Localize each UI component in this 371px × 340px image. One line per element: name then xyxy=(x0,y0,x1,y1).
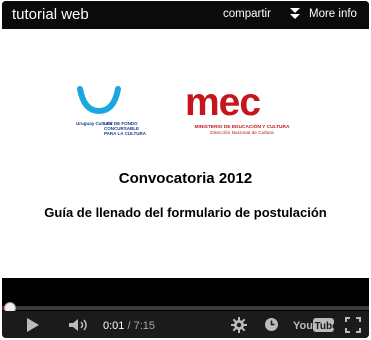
video-player[interactable]: tutorial web compartir More info Uruguay… xyxy=(2,1,369,338)
gear-icon[interactable] xyxy=(231,317,247,333)
double-chevron-down-icon[interactable] xyxy=(289,7,301,21)
svg-text:You: You xyxy=(293,320,313,332)
duration: 7:15 xyxy=(133,320,156,332)
current-time: 0:01 xyxy=(103,320,125,332)
time-separator: / xyxy=(124,320,134,332)
video-heading: Convocatoria 2012 xyxy=(118,170,253,187)
time-display: 0:01 / 7:15 xyxy=(103,320,155,332)
mec-subtitle: MINISTERIO DE EDUCACIÓN Y CULTURA xyxy=(194,125,290,130)
video-title[interactable]: tutorial web xyxy=(12,6,89,23)
svg-text:Tube: Tube xyxy=(315,321,336,332)
play-icon[interactable] xyxy=(26,317,40,333)
clock-icon[interactable] xyxy=(264,317,279,332)
youtube-logo[interactable]: You Tube xyxy=(293,317,335,333)
mec-logo: mec xyxy=(185,81,261,124)
mec-subtitle-2: Dirección Nacional de Cultura xyxy=(210,131,274,136)
fondo-logo-caption: Uruguay Cultural LEY DE FONDO CONCURSABL… xyxy=(76,121,146,136)
progress-fill xyxy=(2,306,3,310)
video-subheading: Guía de llenado del formulario de postul… xyxy=(44,205,327,220)
volume-icon[interactable] xyxy=(68,318,90,332)
video-frame[interactable]: Uruguay Cultural LEY DE FONDO CONCURSABL… xyxy=(2,29,369,278)
more-info-button[interactable]: More info xyxy=(309,8,357,20)
fullscreen-icon[interactable] xyxy=(345,317,361,333)
progress-bar[interactable] xyxy=(2,306,369,310)
player-top-bar: tutorial web compartir More info xyxy=(2,1,369,29)
control-bar: 0:01 / 7:15 You Tube xyxy=(2,311,369,338)
share-button[interactable]: compartir xyxy=(223,8,271,20)
letterbox xyxy=(2,278,369,298)
